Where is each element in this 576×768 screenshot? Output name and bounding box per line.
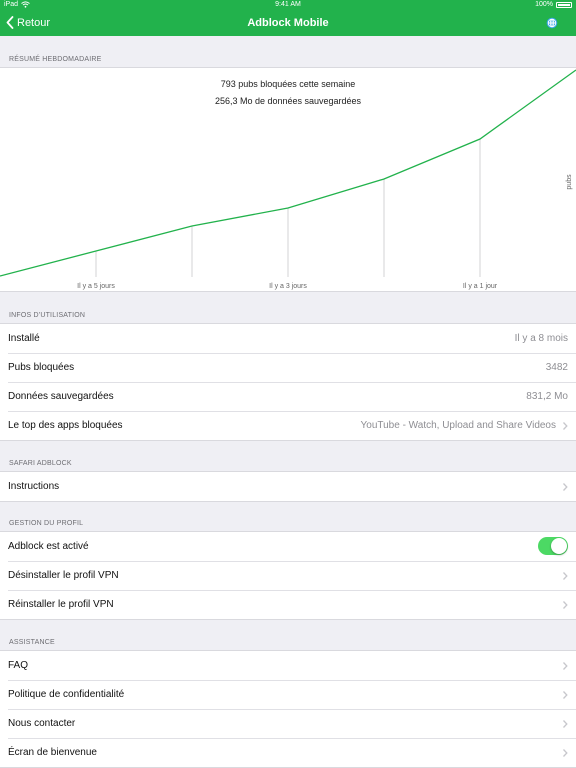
welcome-screen-row[interactable]: Écran de bienvenue	[0, 738, 576, 767]
status-time: 9:41 AM	[275, 1, 301, 8]
support-header: ASSISTANCE	[9, 639, 55, 646]
chart-x-tick-label: Il y a 1 jour	[463, 283, 498, 290]
privacy-policy-label: Politique de confidentialité	[8, 689, 125, 700]
installed-value: Il y a 8 mois	[514, 333, 568, 344]
navigation-bar: Retour Adblock Mobile	[0, 11, 576, 36]
installed-label: Installé	[8, 333, 40, 344]
battery-percent: 100%	[535, 1, 553, 8]
chart-x-tick-label: Il y a 3 jours	[269, 283, 307, 290]
chevron-right-icon	[563, 691, 568, 699]
adblock-enabled-label: Adblock est activé	[8, 541, 89, 552]
ads-blocked-value: 3482	[545, 362, 568, 373]
chevron-right-icon	[563, 422, 568, 430]
support-group: FAQ Politique de confidentialité Nous co…	[0, 650, 576, 768]
data-saved-row: Données sauvegardées 831,2 Mo	[0, 382, 576, 411]
usage-group: Installé Il y a 8 mois Pubs bloquées 348…	[0, 323, 576, 441]
installed-row: Installé Il y a 8 mois	[0, 324, 576, 353]
profile-header: GESTION DU PROFIL	[9, 520, 84, 527]
chart-plot: Il y a 5 jours Il y a 3 jours Il y a 1 jou…	[0, 69, 576, 290]
faq-row[interactable]: FAQ	[0, 651, 576, 680]
chevron-right-icon	[563, 572, 568, 580]
uninstall-vpn-row[interactable]: Désinstaller le profil VPN	[0, 561, 576, 590]
adblock-enabled-row: Adblock est activé	[0, 532, 576, 561]
weekly-chart: 793 pubs bloquées cette semaine 256,3 Mo…	[0, 67, 576, 292]
adblock-toggle[interactable]	[538, 537, 568, 555]
reinstall-vpn-row[interactable]: Réinstaller le profil VPN	[0, 590, 576, 619]
ads-blocked-label: Pubs bloquées	[8, 362, 75, 373]
top-blocked-apps-row[interactable]: Le top des apps bloquées YouTube - Watch…	[0, 411, 576, 440]
instructions-label: Instructions	[8, 481, 60, 492]
contact-us-label: Nous contacter	[8, 718, 76, 729]
chevron-right-icon	[563, 662, 568, 670]
faq-label: FAQ	[8, 660, 29, 671]
privacy-policy-row[interactable]: Politique de confidentialité	[0, 680, 576, 709]
welcome-screen-label: Écran de bienvenue	[8, 747, 97, 758]
top-blocked-apps-label: Le top des apps bloquées	[8, 420, 123, 431]
contact-us-row[interactable]: Nous contacter	[0, 709, 576, 738]
ads-blocked-row: Pubs bloquées 3482	[0, 353, 576, 382]
reinstall-vpn-label: Réinstaller le profil VPN	[8, 599, 114, 610]
status-bar: iPad 9:41 AM 100%	[0, 0, 576, 11]
top-blocked-apps-value: YouTube - Watch, Upload and Share Videos	[360, 420, 557, 431]
page-title: Adblock Mobile	[247, 17, 329, 29]
profile-group: Adblock est activé Désinstaller le profi…	[0, 531, 576, 620]
chart-x-tick-label: Il y a 5 jours	[77, 283, 115, 290]
chevron-right-icon	[563, 483, 568, 491]
uninstall-vpn-label: Désinstaller le profil VPN	[8, 570, 119, 581]
globe-icon[interactable]	[546, 17, 558, 29]
battery-icon	[556, 1, 572, 8]
data-saved-value: 831,2 Mo	[526, 391, 568, 402]
chevron-right-icon	[563, 720, 568, 728]
chart-y-axis-label: pubs	[566, 174, 573, 190]
safari-group: Instructions	[0, 471, 576, 502]
chevron-right-icon	[563, 601, 568, 609]
toggle-knob	[551, 538, 567, 554]
instructions-row[interactable]: Instructions	[0, 472, 576, 501]
data-saved-label: Données sauvegardées	[8, 391, 114, 402]
usage-header: INFOS D'UTILISATION	[9, 312, 86, 319]
safari-header: SAFARI ADBLOCK	[9, 460, 72, 467]
weekly-summary-header: RÉSUMÉ HEBDOMADAIRE	[9, 56, 102, 63]
chevron-right-icon	[563, 749, 568, 757]
